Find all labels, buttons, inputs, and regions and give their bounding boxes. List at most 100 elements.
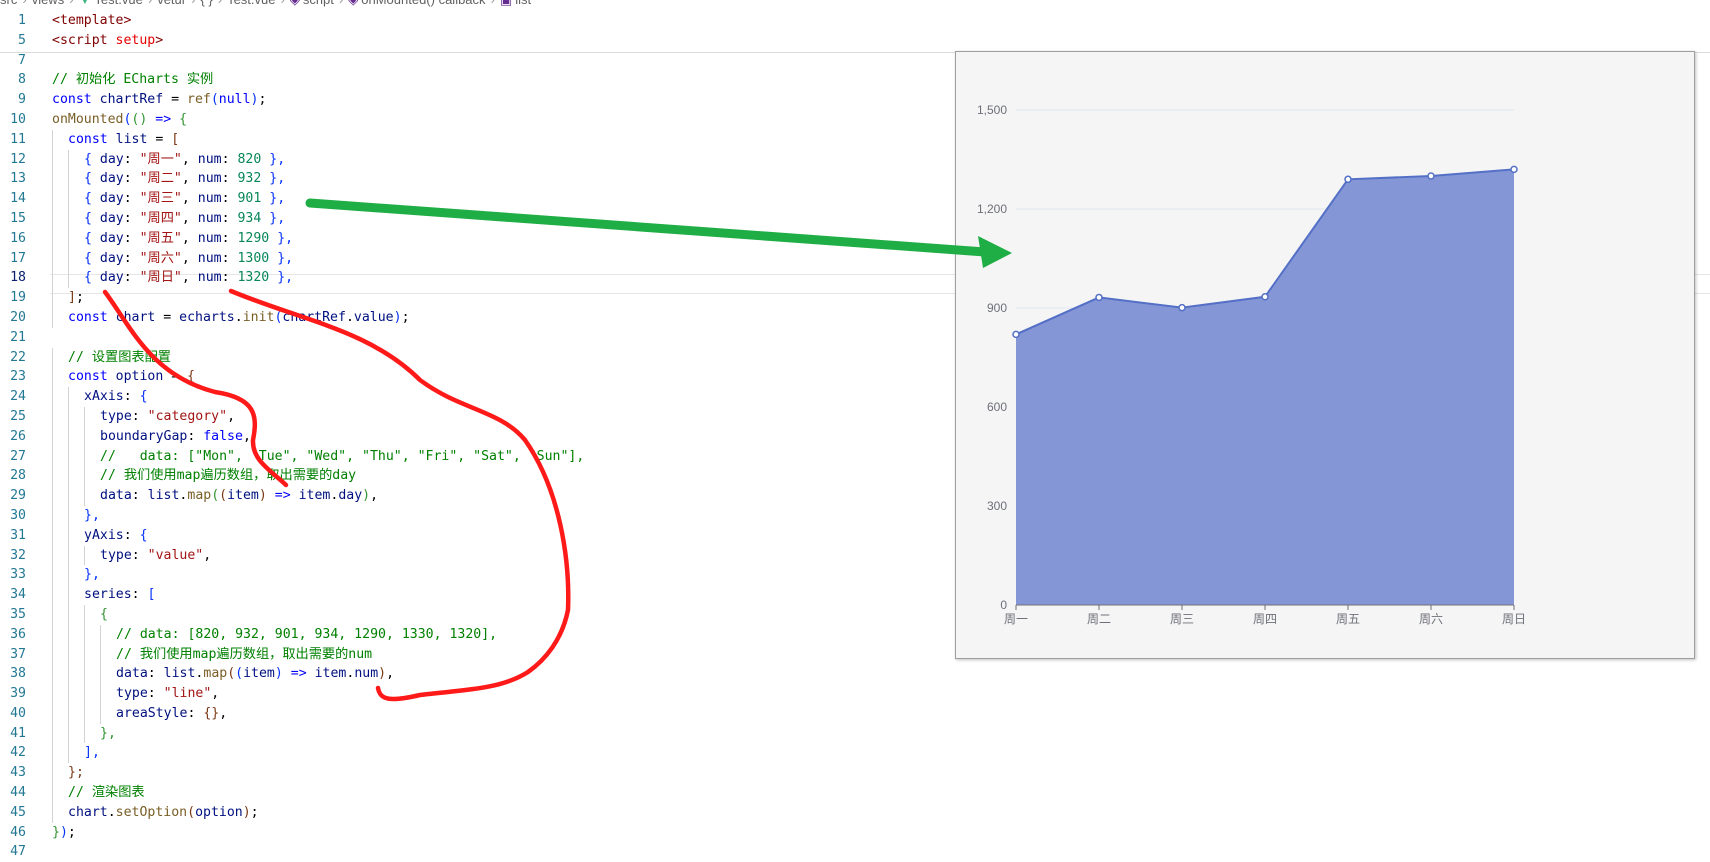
code-token: type: [100, 408, 132, 424]
indent-guide: [68, 703, 69, 724]
code-line[interactable]: 1 <template>: [0, 11, 1710, 31]
breadcrumb-item[interactable]: src: [0, 0, 17, 7]
code-line[interactable]: 38 data: list.map((item) => item.num),: [0, 664, 1710, 685]
indent-guide: [52, 387, 53, 407]
code-token: },: [261, 151, 286, 167]
code-token: :: [221, 250, 238, 266]
breadcrumb-separator: ›: [339, 0, 343, 7]
code-token: num: [197, 210, 222, 226]
indent-guide: [68, 486, 69, 506]
line-number: 41: [10, 725, 26, 741]
breadcrumb-separator: ›: [281, 0, 285, 7]
code-line[interactable]: 47: [0, 842, 1710, 862]
breadcrumb-item[interactable]: Test.vue: [94, 0, 142, 7]
breadcrumb-item[interactable]: Test.vue: [227, 0, 275, 7]
code-text: // 设置图表配置: [68, 348, 171, 368]
x-tick-label: 周二: [1087, 612, 1111, 626]
indent-guide: [52, 446, 53, 467]
code-token: :: [123, 250, 140, 266]
code-token: ,: [386, 666, 395, 682]
code-text: { day: "周一", num: 820 },: [84, 150, 285, 170]
code-line[interactable]: 46});: [0, 823, 1710, 843]
code-token: num: [354, 666, 379, 682]
code-line[interactable]: 40 areaStyle: {},: [0, 703, 1710, 724]
data-point[interactable]: [1095, 293, 1103, 302]
code-token: {: [139, 389, 148, 405]
x-tick-label: 周六: [1419, 612, 1443, 626]
code-text: { day: "周二", num: 932 },: [84, 169, 285, 189]
indent-guide: [52, 169, 53, 190]
breadcrumb-item[interactable]: { }: [200, 0, 212, 7]
code-text: chart.setOption(option);: [68, 803, 259, 823]
code-token: },: [269, 230, 294, 246]
breadcrumb-item[interactable]: views: [32, 0, 65, 7]
code-token: ): [274, 666, 283, 682]
code-line[interactable]: 39 type: "line",: [0, 684, 1710, 704]
indent-guide: [68, 664, 69, 685]
code-text: },: [84, 565, 100, 585]
code-line[interactable]: 44 // 渲染图表: [0, 783, 1710, 803]
code-token: :: [131, 587, 148, 603]
code-token: =: [163, 369, 188, 385]
breadcrumb-item[interactable]: script: [303, 0, 334, 7]
code-token: xAxis: [84, 389, 124, 405]
code-token: num: [197, 151, 222, 167]
code-token: },: [269, 270, 294, 286]
breadcrumb-item[interactable]: onMounted() callback: [361, 0, 485, 7]
line-number: 26: [10, 428, 26, 444]
line-number: 31: [10, 527, 26, 543]
breadcrumb-item[interactable]: vetur: [157, 0, 186, 7]
data-point[interactable]: [1510, 165, 1518, 174]
data-point[interactable]: [1012, 330, 1020, 339]
breadcrumb-item[interactable]: list: [515, 0, 531, 7]
code-token: num: [197, 191, 222, 207]
code-token: {: [84, 270, 100, 286]
code-token: {: [84, 171, 100, 187]
code-token: "周四": [139, 210, 182, 226]
indent-guide: [52, 268, 53, 289]
line-number: 42: [10, 745, 26, 761]
indent-guide: [68, 208, 69, 229]
code-token: list: [147, 488, 180, 504]
code-token: num: [197, 250, 222, 266]
indent-guide: [84, 486, 85, 506]
code-token: (: [187, 804, 196, 820]
code-token: (: [210, 92, 219, 108]
line-number: 21: [10, 329, 26, 345]
line-number: 22: [10, 349, 26, 365]
code-line[interactable]: 45 chart.setOption(option);: [0, 802, 1710, 823]
code-token: },: [269, 250, 294, 266]
code-token: :: [147, 686, 164, 702]
line-number: 1: [18, 13, 26, 28]
code-token: },: [100, 725, 116, 741]
line-number: 16: [10, 230, 26, 246]
code-token: =: [163, 92, 187, 108]
code-token: type: [100, 547, 132, 563]
code-line[interactable]: 5 <script setup>: [0, 31, 1710, 51]
code-text: { day: "周五", num: 1290 },: [84, 229, 293, 249]
line-number: 23: [10, 369, 26, 385]
line-number: 39: [10, 686, 26, 702]
code-token: init: [242, 309, 275, 325]
code-token: ): [258, 488, 267, 504]
line-number: 45: [10, 804, 26, 820]
indent-guide: [52, 644, 53, 665]
data-point[interactable]: [1344, 175, 1352, 184]
code-line[interactable]: 41},: [0, 723, 1710, 744]
data-point[interactable]: [1178, 303, 1186, 312]
indent-guide: [68, 525, 69, 546]
data-point[interactable]: [1427, 172, 1435, 180]
code-line[interactable]: 43};: [0, 763, 1710, 784]
indent-guide: [84, 664, 85, 685]
symbol-icon: ◈: [290, 0, 300, 7]
indent-guide: [68, 505, 69, 526]
code-token: "周二": [139, 171, 182, 187]
code-token: setOption: [115, 804, 188, 820]
code-token: option: [195, 804, 243, 820]
code-line[interactable]: 42],: [0, 743, 1710, 764]
data-point[interactable]: [1261, 293, 1269, 301]
line-number: 19: [10, 290, 26, 306]
code-token: const: [68, 131, 116, 147]
code-token: const: [52, 92, 100, 108]
code-text: { day: "周六", num: 1300 },: [84, 249, 293, 269]
